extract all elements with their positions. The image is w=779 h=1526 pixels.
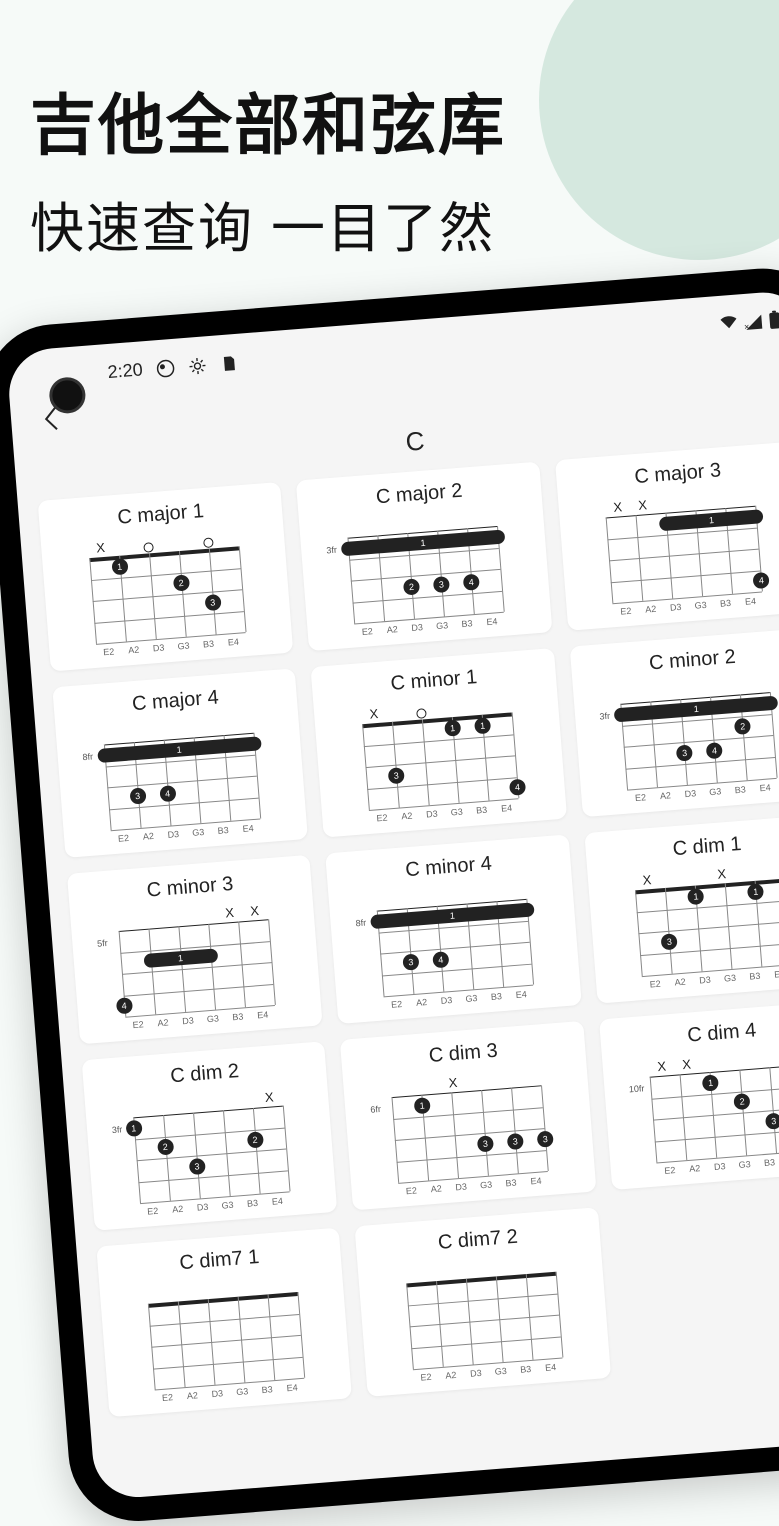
fret-area: 3fr1223 — [133, 1106, 289, 1204]
fret-area: 1123 — [635, 879, 779, 977]
chord-card[interactable]: C minor 48fr134E2A2D3G3B3E4 — [325, 834, 581, 1024]
chord-card[interactable]: C minor 3XX5fr14E2A2D3G3B3E4 — [67, 855, 323, 1045]
headline-subtitle: 快速查询 一目了然 — [30, 184, 506, 263]
chord-card[interactable]: C minor 23fr1234E2A2D3G3B3E4 — [569, 628, 779, 818]
fretboard: XX10fr1223E2A2D3G3B3E4 — [634, 1048, 779, 1178]
chord-card[interactable]: C major 1X123E2A2D3G3B3E4 — [38, 482, 294, 672]
headline: 吉他全部和弦库 快速查询 一目了然 — [30, 72, 506, 263]
headline-title: 吉他全部和弦库 — [30, 72, 506, 168]
fret-area: 123 — [89, 546, 245, 644]
fretboard: XX5fr14E2A2D3G3B3E4 — [102, 902, 291, 1032]
fret-label: 10fr — [629, 1083, 645, 1094]
app-icon — [156, 358, 175, 377]
chord-title: C major 2 — [375, 480, 463, 510]
phone-bezel: 2:20 — [0, 263, 779, 1526]
chord-card[interactable]: C major 23fr1234E2A2D3G3B3E4 — [296, 462, 552, 652]
chord-title: C dim7 1 — [179, 1246, 261, 1275]
status-right — [719, 309, 779, 335]
chord-card[interactable]: C dim7 1E2A2D3G3B3E4 — [96, 1228, 352, 1418]
fret-label: 5fr — [97, 938, 108, 949]
background-blob — [539, 0, 779, 260]
chord-card[interactable]: C dim 1XX1123E2A2D3G3B3E4 — [584, 814, 779, 1004]
chord-title: C major 1 — [117, 500, 205, 530]
phone-screen: 2:20 — [6, 289, 779, 1500]
chord-title: C dim 3 — [428, 1040, 498, 1068]
status-time: 2:20 — [107, 359, 144, 383]
chord-card[interactable]: C dim 2X3fr1223E2A2D3G3B3E4 — [82, 1041, 338, 1231]
fret-label: 3fr — [599, 711, 610, 722]
chord-title: C dim 1 — [672, 833, 742, 861]
battery-icon — [769, 312, 779, 329]
fret-area: 8fr134 — [104, 733, 260, 831]
sd-icon — [220, 353, 239, 372]
status-left: 2:20 — [107, 352, 239, 383]
chord-card[interactable]: C dim 3X6fr1333E2A2D3G3B3E4 — [340, 1021, 596, 1211]
fretboard: 3fr1234E2A2D3G3B3E4 — [331, 509, 520, 639]
fretboard: E2A2D3G3B3E4 — [131, 1275, 320, 1405]
signal-icon — [745, 314, 762, 329]
fret-area: 3fr1234 — [347, 526, 503, 624]
chord-title: C dim 2 — [169, 1060, 239, 1088]
fretboard: 8fr134E2A2D3G3B3E4 — [87, 716, 276, 846]
fret-area: 1134 — [362, 712, 518, 810]
fretboard: X123E2A2D3G3B3E4 — [73, 529, 262, 659]
fret-label: 3fr — [111, 1124, 122, 1135]
chord-grid[interactable]: C major 1X123E2A2D3G3B3E4C major 23fr123… — [18, 440, 779, 1419]
fret-label: 8fr — [82, 751, 93, 762]
fret-area: 3fr1234 — [621, 692, 777, 790]
fret-area: 14 — [606, 506, 762, 604]
fret-area: 6fr1333 — [391, 1085, 547, 1183]
fretboard: X1134E2A2D3G3B3E4 — [346, 695, 535, 825]
fretboard: 8fr134E2A2D3G3B3E4 — [361, 882, 550, 1012]
fretboard: E2A2D3G3B3E4 — [390, 1255, 579, 1385]
fret-label: 8fr — [355, 918, 366, 929]
fret-area: 5fr14 — [118, 919, 274, 1017]
fretboard: X3fr1223E2A2D3G3B3E4 — [117, 1089, 306, 1219]
chord-card[interactable]: C dim 4XX10fr1223E2A2D3G3B3E4 — [599, 1000, 779, 1190]
chord-title: C minor 1 — [390, 666, 478, 696]
fret-area — [406, 1272, 562, 1370]
chord-title: C major 4 — [131, 686, 219, 716]
chord-title: C minor 3 — [146, 873, 234, 903]
chord-title: C major 3 — [634, 459, 722, 489]
phone-frame: 2:20 — [0, 263, 779, 1526]
fretboard: XX14E2A2D3G3B3E4 — [590, 489, 779, 619]
chord-title: C minor 4 — [404, 853, 492, 883]
chord-card[interactable]: C minor 1X1134E2A2D3G3B3E4 — [311, 648, 567, 838]
fretboard: XX1123E2A2D3G3B3E4 — [619, 861, 779, 991]
wifi-icon — [719, 313, 739, 335]
fret-label: 3fr — [326, 545, 337, 556]
fret-area: 8fr134 — [377, 899, 533, 997]
chord-card[interactable]: C dim7 2E2A2D3G3B3E4 — [355, 1207, 611, 1397]
fret-area — [148, 1292, 304, 1390]
chord-card[interactable]: C major 48fr134E2A2D3G3B3E4 — [52, 668, 308, 858]
chord-title: C dim 4 — [687, 1019, 757, 1047]
chord-card[interactable]: C major 3XX14E2A2D3G3B3E4 — [555, 441, 779, 631]
fretboard: 3fr1234E2A2D3G3B3E4 — [604, 675, 779, 805]
chord-title: C minor 2 — [648, 646, 736, 676]
fretboard: X6fr1333E2A2D3G3B3E4 — [375, 1068, 564, 1198]
chord-title: C dim7 2 — [437, 1226, 519, 1255]
fret-area: 10fr1223 — [650, 1065, 779, 1163]
fret-label: 6fr — [370, 1104, 381, 1115]
gear-icon — [188, 356, 207, 375]
